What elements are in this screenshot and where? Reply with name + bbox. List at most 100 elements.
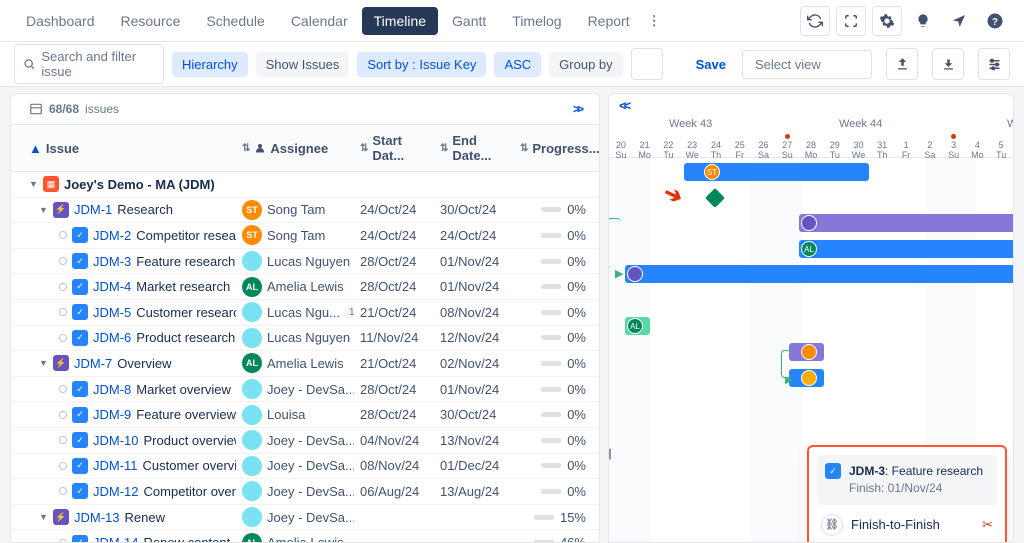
- chevron-down-icon[interactable]: ▼: [39, 512, 48, 522]
- task-icon: ✓: [72, 458, 88, 474]
- nav-tab-calendar[interactable]: Calendar: [279, 7, 360, 35]
- nav-tab-dashboard[interactable]: Dashboard: [14, 7, 107, 35]
- issue-key[interactable]: JDM-5: [93, 305, 131, 320]
- timeline-top: <<: [609, 94, 1013, 116]
- sync-icon[interactable]: [800, 6, 830, 36]
- table-row[interactable]: ✓JDM-5Customer researchLucas Ngu...1+21/…: [11, 300, 599, 326]
- settings-icon[interactable]: [872, 6, 902, 36]
- table-row[interactable]: ▼⚡JDM-7OverviewALAmelia Lewis21/Oct/2402…: [11, 351, 599, 377]
- dependency-arrowhead-icon: ▶: [615, 267, 623, 280]
- col-assignee[interactable]: ⇅Assignee: [236, 125, 354, 171]
- collapse-panel-icon[interactable]: >>: [573, 102, 581, 116]
- table-row[interactable]: ✓JDM-3Feature researchLucas Nguyen28/Oct…: [11, 249, 599, 275]
- issue-key[interactable]: JDM-10: [93, 433, 139, 448]
- issue-key[interactable]: JDM-3: [93, 254, 131, 269]
- nav-tab-timeline[interactable]: Timeline: [362, 7, 438, 35]
- svg-text:?: ?: [992, 16, 998, 27]
- timeline-panel: << 20Su21Mo22Tu23We24Th25Fr26Sa27Su28Mo2…: [608, 93, 1014, 543]
- card-sub: Finish: 01/Nov/24: [849, 481, 942, 495]
- save-button[interactable]: Save: [696, 57, 726, 72]
- sliders-icon[interactable]: [978, 48, 1010, 80]
- table-row[interactable]: ✓JDM-6Product researchLucas Nguyen11/Nov…: [11, 326, 599, 352]
- issue-key[interactable]: JDM-12: [93, 484, 139, 499]
- issue-key[interactable]: JDM-14: [93, 535, 139, 542]
- issue-key[interactable]: JDM-7: [74, 356, 112, 371]
- help-icon[interactable]: ?: [980, 6, 1010, 36]
- nav-tab-timelog[interactable]: Timelog: [500, 7, 573, 35]
- progress-value: 0%: [567, 305, 586, 320]
- nav-tab-report[interactable]: Report: [576, 7, 642, 35]
- start-date: 06/Aug/24: [354, 482, 434, 501]
- issue-key[interactable]: JDM-13: [74, 510, 120, 525]
- table-row[interactable]: ✓JDM-4Market researchALAmelia Lewis28/Oc…: [11, 274, 599, 300]
- group-by-button[interactable]: Group by: [549, 52, 622, 77]
- issue-key[interactable]: JDM-11: [93, 458, 138, 473]
- filter-icon[interactable]: [631, 48, 663, 80]
- row-dot: [59, 308, 67, 316]
- sort-dir-button[interactable]: ASC: [494, 52, 541, 77]
- issue-key[interactable]: JDM-6: [93, 330, 131, 345]
- issue-key[interactable]: JDM-9: [93, 407, 131, 422]
- table-row[interactable]: ✓JDM-11Customer overvi...Joey - DevSa...…: [11, 454, 599, 480]
- issue-key[interactable]: JDM-1: [74, 202, 112, 217]
- gantt-bar[interactable]: [799, 214, 1014, 232]
- row-dot: [59, 334, 67, 342]
- count-value: 68/68: [49, 102, 79, 116]
- more-menu-icon[interactable]: ⋮: [642, 7, 667, 35]
- table-row[interactable]: ✓JDM-8Market overviewJoey - DevSa...28/O…: [11, 377, 599, 403]
- issue-count: 68/68 issues >>: [11, 94, 599, 124]
- col-progress[interactable]: ⇅Progress...: [514, 125, 592, 171]
- issue-key[interactable]: JDM-8: [93, 382, 131, 397]
- nav-tab-gantt[interactable]: Gantt: [440, 7, 498, 35]
- gantt-bar[interactable]: [625, 265, 1014, 283]
- table-row[interactable]: ✓JDM-9Feature overviewLouisa28/Oct/2430/…: [11, 402, 599, 428]
- issue-key[interactable]: JDM-4: [93, 279, 131, 294]
- nav-tab-resource[interactable]: Resource: [109, 7, 193, 35]
- col-end[interactable]: ⇅End Date...: [434, 125, 514, 171]
- hierarchy-button[interactable]: Hierarchy: [172, 52, 248, 77]
- assignee-name: Amelia Lewis: [267, 356, 344, 371]
- upload-icon[interactable]: [886, 48, 918, 80]
- day-column: 29Tu: [823, 134, 847, 161]
- assignee-name: Lucas Nguyen: [267, 330, 350, 345]
- progress-bar: [534, 515, 554, 520]
- end-date: 01/Dec/24: [434, 456, 514, 475]
- progress-value: 0%: [567, 356, 586, 371]
- main-content: 68/68 issues >> ▲Issue ⇅Assignee ⇅Start …: [0, 86, 1024, 543]
- download-icon[interactable]: [932, 48, 964, 80]
- milestone-diamond[interactable]: [705, 188, 725, 208]
- show-issues-button[interactable]: Show Issues: [256, 52, 350, 77]
- issue-summary: Research: [117, 202, 173, 217]
- table-row[interactable]: ✓JDM-10Product overviewJoey - DevSa...04…: [11, 428, 599, 454]
- day-column: 5Tu: [989, 134, 1013, 161]
- issue-summary: Renew content: [144, 535, 231, 542]
- sort-by-button[interactable]: Sort by : Issue Key: [357, 52, 486, 77]
- chevron-down-icon[interactable]: ▼: [39, 358, 48, 368]
- week-label: Week 43: [669, 118, 712, 130]
- assignee-name: Song Tam: [267, 228, 325, 243]
- table-row[interactable]: ✓JDM-2Competitor resea...STSong Tam24/Oc…: [11, 223, 599, 249]
- timeline-body[interactable]: ST ➔ AL ▶ AL ▶ ✓: [609, 158, 1013, 543]
- chevron-down-icon[interactable]: ▼: [39, 205, 48, 215]
- fullscreen-icon[interactable]: [836, 6, 866, 36]
- issue-key[interactable]: JDM-2: [93, 228, 131, 243]
- project-row[interactable]: ▼ ▦ Joey's Demo - MA (JDM): [11, 172, 599, 198]
- popover-card-source[interactable]: ✓ JDM-3: Feature research Finish: 01/Nov…: [817, 455, 997, 505]
- notification-icon[interactable]: [944, 6, 974, 36]
- table-row[interactable]: ✓JDM-12Competitor over...Joey - DevSa...…: [11, 479, 599, 505]
- col-start[interactable]: ⇅Start Dat...: [354, 125, 434, 171]
- expand-panel-icon[interactable]: <<: [619, 98, 628, 113]
- chevron-down-icon[interactable]: ▼: [29, 179, 38, 189]
- assignee-name: Joey - DevSa...: [267, 458, 354, 473]
- gantt-bar[interactable]: [799, 240, 1014, 258]
- table-row[interactable]: ▼⚡JDM-13RenewJoey - DevSa...15%: [11, 505, 599, 531]
- table-row[interactable]: ▼⚡JDM-1ResearchSTSong Tam24/Oct/2430/Oct…: [11, 198, 599, 224]
- relation-row[interactable]: ⛓ Finish-to-Finish ✂: [817, 511, 997, 539]
- search-input[interactable]: Search and filter issue: [14, 44, 164, 84]
- select-view-dropdown[interactable]: Select view: [742, 50, 872, 79]
- col-issue[interactable]: ▲Issue: [11, 125, 236, 171]
- idea-icon[interactable]: [908, 6, 938, 36]
- unlink-icon[interactable]: ✂: [982, 517, 993, 533]
- nav-tab-schedule[interactable]: Schedule: [194, 7, 276, 35]
- table-row[interactable]: ✓JDM-14Renew contentALAmelia Lewis46%: [11, 530, 599, 542]
